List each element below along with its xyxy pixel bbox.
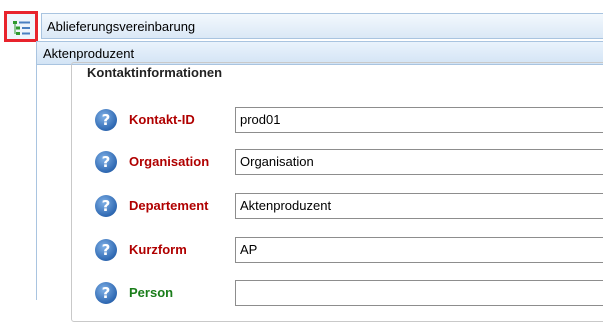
field-label-departement: Departement [129,198,209,213]
field-label-organisation: Organisation [129,154,210,169]
tab-ablieferungsvereinbarung[interactable]: Ablieferungsvereinbarung [41,13,603,39]
help-icon[interactable]: ? [95,195,117,217]
panel-left-border [36,65,37,300]
kurzform-input[interactable]: AP [235,237,603,263]
help-icon[interactable]: ? [95,282,117,304]
fieldset-legend: Kontaktinformationen [83,65,227,80]
cropped-top-strip [0,0,603,6]
help-icon[interactable]: ? [95,151,117,173]
tree-list-icon [13,21,30,35]
kontakt-id-input[interactable]: prod01 [235,107,603,133]
help-icon[interactable]: ? [95,239,117,261]
person-input[interactable] [235,280,603,306]
field-label-kurzform: Kurzform [129,242,187,257]
departement-input[interactable]: Aktenproduzent [235,193,603,219]
tree-view-button[interactable] [4,11,38,42]
field-row-kurzform: ? Kurzform AP [95,237,603,265]
field-row-kontakt-id: ? Kontakt-ID prod01 [95,107,603,135]
help-icon[interactable]: ? [95,109,117,131]
tab-aktenproduzent-label: Aktenproduzent [43,46,135,61]
organisation-input[interactable]: Organisation [235,149,603,175]
field-label-person: Person [129,285,174,300]
field-row-organisation: ? Organisation Organisation [95,149,603,177]
field-label-kontakt-id: Kontakt-ID [129,112,195,127]
tab-ablieferungsvereinbarung-label: Ablieferungsvereinbarung [47,19,196,34]
top-row: Ablieferungsvereinbarung [0,10,603,42]
field-row-departement: ? Departement Aktenproduzent [95,193,603,221]
field-row-person: ? Person [95,280,603,308]
